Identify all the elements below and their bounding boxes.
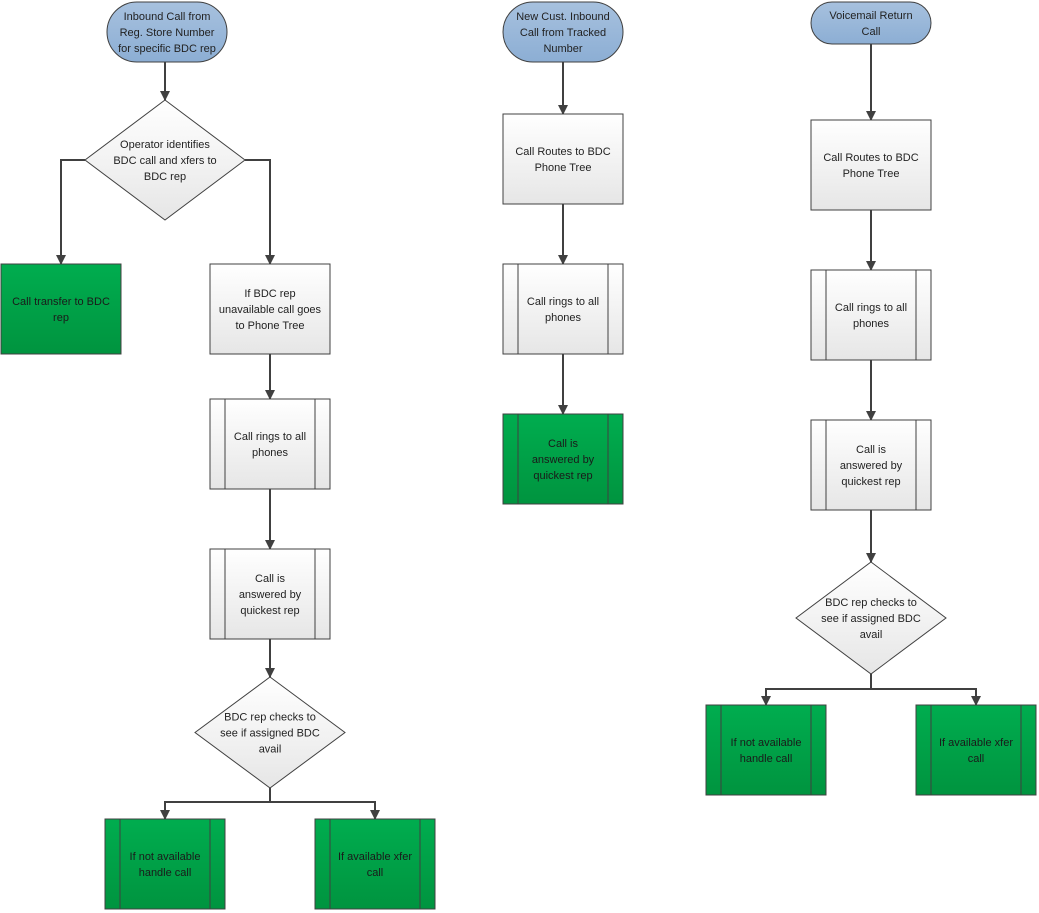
node-label-line: Number [543, 43, 582, 55]
node-label-line: call [968, 753, 985, 765]
node-c2-answered: Call is answered by quickest rep [502, 413, 624, 505]
node-c3-start: Voicemail Return Call [810, 1, 932, 45]
node-label-line: call [367, 867, 384, 879]
node-label-line: see if assigned BDC [220, 728, 320, 740]
subprocess-shape [915, 704, 1037, 796]
node-label-line: If not available [731, 737, 802, 749]
node-label: Inbound Call from Reg. Store Number for sp… [118, 11, 216, 55]
node-label-line: phones [545, 312, 582, 324]
node-c1-answered: Call is answered by quickest rep [209, 548, 331, 640]
node-label-line: Call transfer to BDC [12, 296, 110, 308]
node-label-line: If BDC rep [244, 288, 295, 300]
node-label-line: BDC rep [144, 171, 186, 183]
node-label-line: to Phone Tree [235, 320, 304, 332]
node-c2-routes: Call Routes to BDC Phone Tree [502, 113, 624, 205]
node-label-line: rep [53, 312, 69, 324]
node-label-line: handle call [139, 867, 192, 879]
node-label-line: Phone Tree [843, 168, 900, 180]
connector-arrow [245, 159, 275, 265]
node-c1-check: BDC rep checks to see if assigned BDC avai… [194, 676, 346, 789]
node-label-line: If available xfer [939, 737, 1013, 749]
subprocess-shape [209, 398, 331, 490]
subprocess-shape [502, 263, 624, 355]
connector-arrow [871, 688, 981, 706]
node-label-line: for specific BDC rep [118, 43, 216, 55]
node-label-line: BDC rep checks to [224, 712, 316, 724]
node-label-line: Call rings to all [234, 431, 306, 443]
node-label-line: Call [862, 26, 881, 38]
node-label-line: answered by [239, 589, 302, 601]
process-shape [810, 119, 932, 211]
node-label-line: Call from Tracked [520, 27, 606, 39]
node-label-line: Call is [255, 573, 285, 585]
node-c1-unavailable: If BDC rep unavailable call goes to Phone … [209, 263, 331, 355]
connector-arrow [56, 159, 85, 265]
node-label-line: unavailable call goes [219, 304, 322, 316]
node-c1-decision: Operator identifies BDC call and xfers to… [84, 99, 246, 221]
subprocess-shape [705, 704, 827, 796]
node-label-line: Call is [856, 444, 886, 456]
node-c1-handle: If not available handle call [104, 818, 226, 910]
node-label-line: avail [860, 629, 883, 641]
subprocess-shape [810, 269, 932, 361]
node-label-line: New Cust. Inbound [516, 11, 610, 23]
node-c2-rings: Call rings to all phones [502, 263, 624, 355]
node-label-line: phones [252, 447, 289, 459]
node-c3-check: BDC rep checks to see if assigned BDC avai… [795, 561, 947, 675]
node-label-line: quickest rep [240, 605, 299, 617]
node-c2-start: New Cust. Inbound Call from Tracked Number [502, 1, 624, 63]
node-c1-rings: Call rings to all phones [209, 398, 331, 490]
subprocess-shape [104, 818, 226, 910]
node-c3-handle: If not available handle call [705, 704, 827, 796]
node-label-line: Call Routes to BDC [823, 152, 918, 164]
node-label-line: avail [259, 744, 282, 756]
node-label-line: BDC rep checks to [825, 597, 917, 609]
node-label-line: Call is [548, 438, 578, 450]
node-label-line: BDC call and xfers to [113, 155, 216, 167]
node-label-line: Call rings to all [835, 302, 907, 314]
node-label-line: Phone Tree [535, 162, 592, 174]
node-label-line: If not available [130, 851, 201, 863]
node-label-line: Operator identifies [120, 139, 210, 151]
node-label-line: quickest rep [841, 476, 900, 488]
node-label-line: quickest rep [533, 470, 592, 482]
node-label-line: answered by [532, 454, 595, 466]
node-c3-rings: Call rings to all phones [810, 269, 932, 361]
node-c1-transfer: Call transfer to BDC rep [0, 263, 122, 355]
connector-arrow [761, 674, 872, 706]
node-label-line: Inbound Call from [124, 11, 211, 23]
process-shape [0, 263, 122, 355]
node-c3-xfer: If available xfer call [915, 704, 1037, 796]
node-label-line: Call Routes to BDC [515, 146, 610, 158]
call-routing-flowchart: Inbound Call from Reg. Store Number for sp… [0, 1, 1037, 910]
node-c3-routes: Call Routes to BDC Phone Tree [810, 119, 932, 211]
nodes: Inbound Call from Reg. Store Number for sp… [0, 1, 1037, 910]
node-c1-xfer: If available xfer call [314, 818, 436, 910]
connector-arrow [160, 788, 271, 820]
connector-arrow [270, 801, 380, 820]
node-label-line: phones [853, 318, 890, 330]
subprocess-shape [314, 818, 436, 910]
node-label-line: handle call [740, 753, 793, 765]
node-label-line: Voicemail Return [829, 10, 912, 22]
node-c3-answered: Call is answered by quickest rep [810, 419, 932, 511]
node-label-line: answered by [840, 460, 903, 472]
node-label-line: see if assigned BDC [821, 613, 921, 625]
node-label-line: If available xfer [338, 851, 412, 863]
node-c1-start: Inbound Call from Reg. Store Number for sp… [106, 1, 228, 63]
node-label-line: Reg. Store Number [120, 27, 215, 39]
process-shape [502, 113, 624, 205]
node-label-line: Call rings to all [527, 296, 599, 308]
